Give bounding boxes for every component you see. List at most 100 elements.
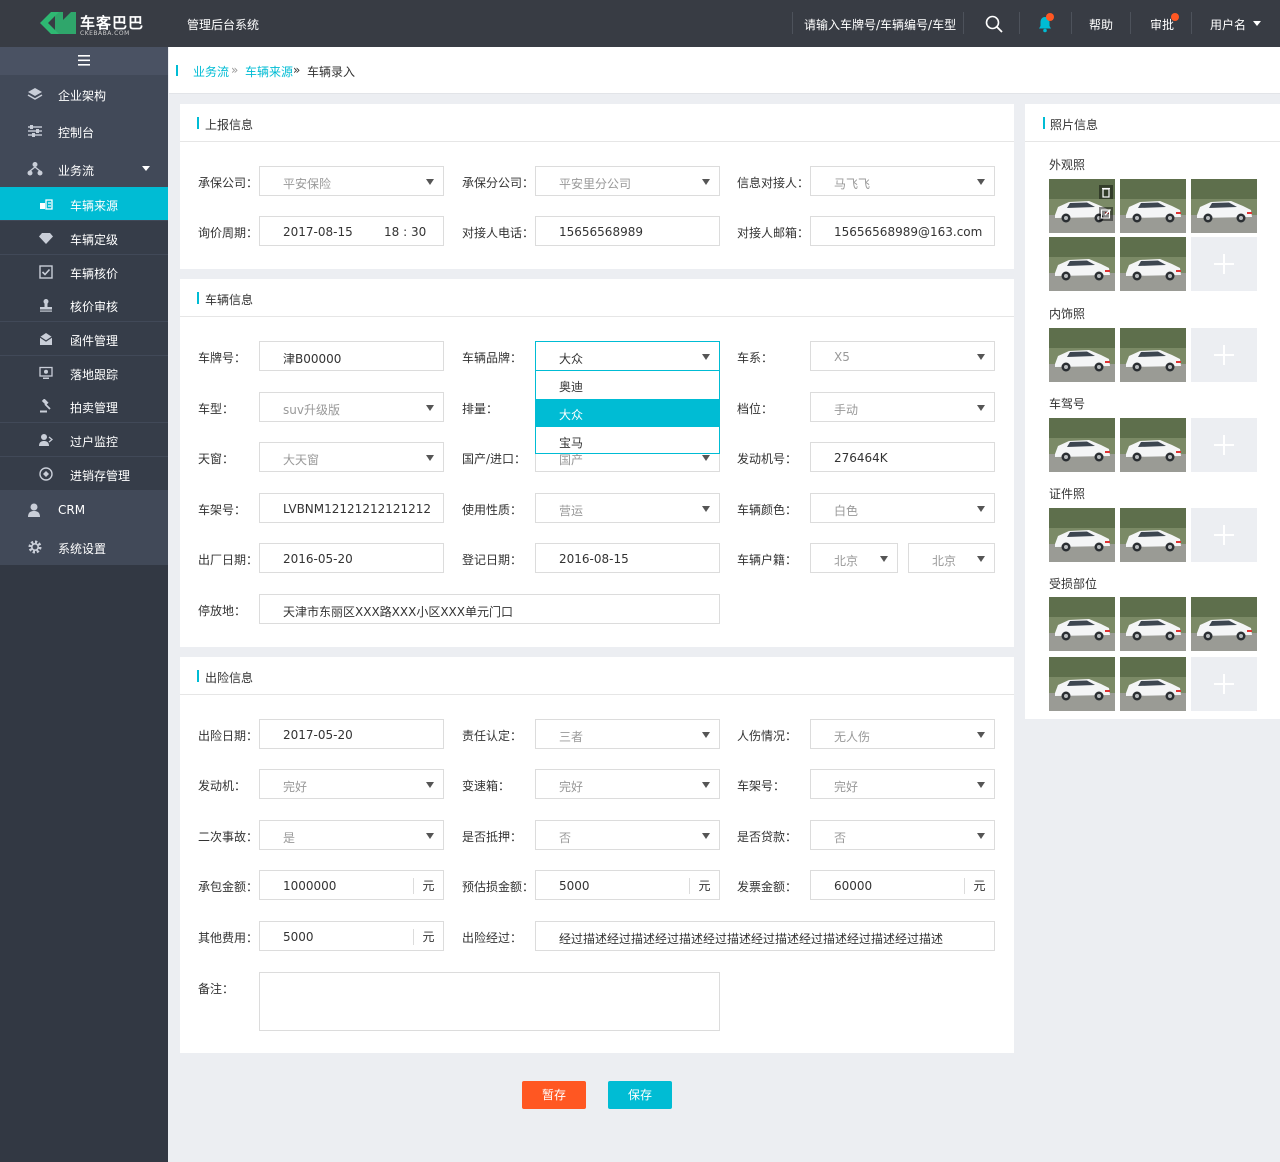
mortgaged-select[interactable]: 否 — [535, 820, 720, 850]
sidebar-item-org[interactable]: 企业架构 — [0, 75, 168, 112]
injury-select[interactable]: 无人伤 — [810, 719, 995, 749]
sidebar-item-crm[interactable]: CRM — [0, 491, 168, 528]
mfg-date-input[interactable]: 2016-05-20 — [259, 543, 444, 573]
save-button[interactable]: 保存 — [608, 1081, 672, 1109]
vin-input[interactable]: LVBNM12121212121212 — [259, 493, 444, 523]
brand-option[interactable]: 宝马 — [536, 427, 719, 455]
breadcrumb-workflow[interactable]: 业务流 — [193, 63, 229, 80]
gear-select[interactable]: 手动 — [810, 392, 995, 422]
brand-option-selected[interactable]: 大众 — [536, 399, 719, 427]
breadcrumb-vehicle-source[interactable]: 车辆来源 — [245, 63, 293, 80]
plate-input[interactable]: 津B00000 — [259, 341, 444, 371]
transfer-icon — [39, 434, 53, 446]
sidebar-subitem-price-review[interactable]: 核价审核 — [0, 288, 168, 321]
add-photo-button[interactable] — [1191, 418, 1257, 472]
remarks-textarea[interactable] — [259, 972, 720, 1031]
add-photo-button[interactable] — [1191, 657, 1257, 711]
sidebar-item-settings[interactable]: 系统设置 — [0, 528, 168, 565]
gearbox-select[interactable]: 完好 — [535, 769, 720, 799]
unit-label: 元 — [413, 878, 443, 894]
engine-select[interactable]: 完好 — [259, 769, 444, 799]
caret-down-icon — [702, 782, 710, 788]
coverage-input[interactable]: 1000000 元 — [259, 870, 444, 900]
contact-select[interactable]: 马飞飞 — [810, 166, 995, 196]
engine-no-input[interactable]: 276464K — [810, 442, 995, 472]
add-photo-button[interactable] — [1191, 328, 1257, 382]
model-select[interactable]: suv升级版 — [259, 392, 444, 422]
car-photo-thumbnail[interactable] — [1049, 508, 1115, 562]
unit-label: 元 — [689, 878, 719, 894]
reg-date-input[interactable]: 2016-08-15 — [535, 543, 720, 573]
car-photo-thumbnail[interactable] — [1120, 657, 1186, 711]
logo[interactable]: 车客巴巴 CKEBABA.COM — [0, 0, 168, 47]
search-icon[interactable] — [984, 14, 1004, 34]
search-input[interactable]: 请输入车牌号/车辆编号/车型 — [804, 16, 956, 33]
user-menu[interactable]: 用户名 — [1210, 16, 1246, 33]
car-photo-thumbnail[interactable] — [1049, 328, 1115, 382]
add-photo-button[interactable] — [1191, 508, 1257, 562]
sidebar-subitem-vehicle-source[interactable]: 车辆来源 — [0, 187, 168, 220]
trash-icon[interactable] — [1099, 185, 1113, 199]
phone-input[interactable]: 15656568989 — [535, 216, 720, 246]
registry-province-select[interactable]: 北京 — [810, 543, 898, 573]
loan-select[interactable]: 否 — [810, 820, 995, 850]
car-source-icon — [40, 199, 53, 210]
car-photo-thumbnail[interactable] — [1191, 597, 1257, 651]
car-photo-thumbnail[interactable] — [1049, 597, 1115, 651]
brand-option[interactable]: 奥迪 — [536, 371, 719, 399]
sidebar-subitem-tracking[interactable]: 落地跟踪 — [0, 356, 168, 389]
temp-save-button[interactable]: 暂存 — [522, 1081, 586, 1109]
brand-select[interactable]: 大众 — [535, 341, 720, 371]
caret-down-icon — [426, 782, 434, 788]
liability-select[interactable]: 三者 — [535, 719, 720, 749]
sidebar-subitem-auction[interactable]: 拍卖管理 — [0, 389, 168, 422]
frame-select[interactable]: 完好 — [810, 769, 995, 799]
gear-label: 档位： — [737, 402, 774, 416]
sidebar-subitem-letters[interactable]: 函件管理 — [0, 322, 168, 355]
plus-icon — [1223, 254, 1225, 274]
sidebar-subitem-vehicle-pricing[interactable]: 车辆核价 — [0, 255, 168, 288]
input-value: 2016-08-15 — [559, 552, 629, 566]
accident-date-input[interactable]: 2017-05-20 — [259, 719, 444, 749]
car-photo-thumbnail[interactable] — [1120, 179, 1186, 233]
secondary-select[interactable]: 是 — [259, 820, 444, 850]
color-select[interactable]: 白色 — [810, 493, 995, 523]
edit-icon[interactable] — [1099, 207, 1113, 221]
sidebar-item-console[interactable]: 控制台 — [0, 112, 168, 149]
invoice-input[interactable]: 60000 元 — [810, 870, 995, 900]
car-photo-thumbnail[interactable] — [1049, 179, 1115, 233]
series-select[interactable]: X5 — [810, 341, 995, 371]
car-photo-thumbnail[interactable] — [1049, 237, 1115, 291]
menu-toggle-button[interactable] — [0, 47, 168, 75]
car-photo-thumbnail[interactable] — [1120, 508, 1186, 562]
insurer-select[interactable]: 平安保险 — [259, 166, 444, 196]
car-photo-thumbnail[interactable] — [1120, 597, 1186, 651]
sidebar-subitem-transfer[interactable]: 过户监控 — [0, 423, 168, 456]
sidebar-item-workflow[interactable]: 业务流 — [0, 150, 168, 187]
car-photo-thumbnail[interactable] — [1120, 237, 1186, 291]
sidebar-subitem-vehicle-grading[interactable]: 车辆定级 — [0, 221, 168, 254]
branch-select[interactable]: 平安里分公司 — [535, 166, 720, 196]
car-photo-thumbnail[interactable] — [1120, 418, 1186, 472]
car-photo-thumbnail[interactable] — [1049, 418, 1115, 472]
period-datetime-input[interactable]: 2017-08-15 18 : 30 — [259, 216, 444, 246]
hamburger-icon[interactable] — [78, 55, 90, 66]
other-fee-input[interactable]: 5000 元 — [259, 921, 444, 951]
add-photo-button[interactable] — [1191, 237, 1257, 291]
car-photo-thumbnail[interactable] — [1049, 657, 1115, 711]
sidebar-subitem-inventory[interactable]: 进销存管理 — [0, 457, 168, 490]
car-photo-thumbnail[interactable] — [1120, 328, 1186, 382]
frame-label: 车架号： — [737, 779, 786, 793]
parking-input[interactable]: 天津市东丽区XXX路XXX小区XXX单元门口 — [259, 594, 720, 624]
chevron-down-icon[interactable] — [1253, 21, 1261, 26]
email-input[interactable]: 15656568989@163.com — [810, 216, 995, 246]
sidebar-item-label: 业务流 — [58, 164, 95, 178]
unit-label: 元 — [413, 929, 443, 945]
process-input[interactable]: 经过描述经过描述经过描述经过描述经过描述经过描述经过描述经过描述 — [535, 921, 995, 951]
registry-city-select[interactable]: 北京 — [908, 543, 995, 573]
help-link[interactable]: 帮助 — [1089, 16, 1113, 33]
car-photo-thumbnail[interactable] — [1191, 179, 1257, 233]
estimated-input[interactable]: 5000 元 — [535, 870, 720, 900]
usage-select[interactable]: 营运 — [535, 493, 720, 523]
sunroof-select[interactable]: 大天窗 — [259, 442, 444, 472]
